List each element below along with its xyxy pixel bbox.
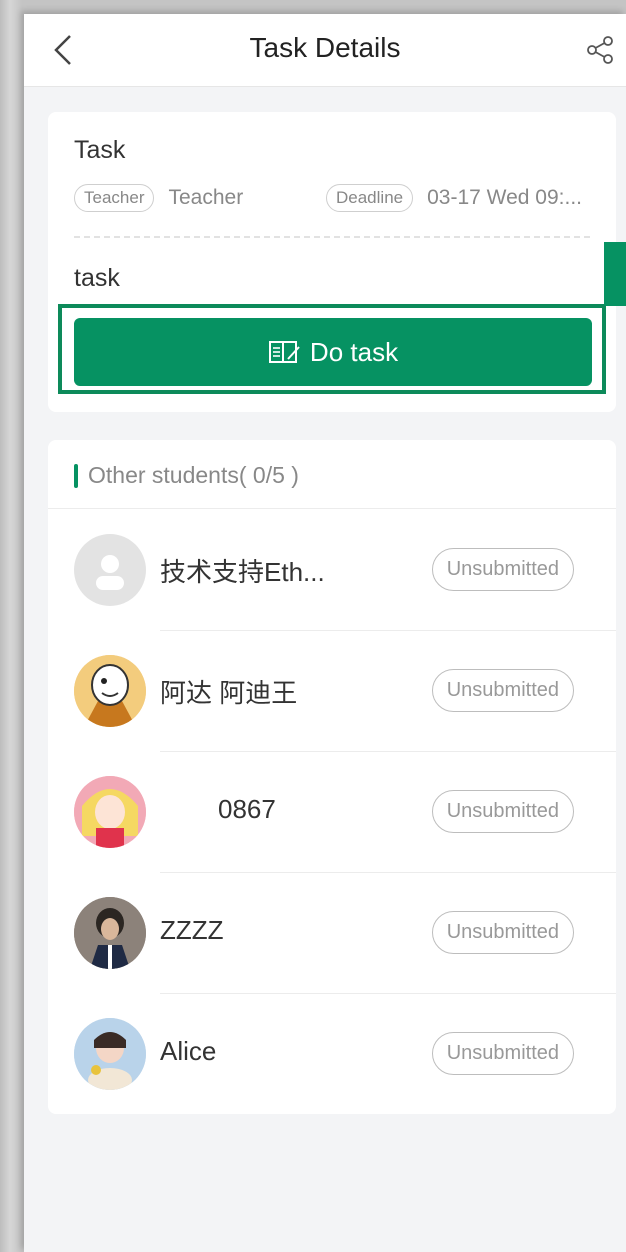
book-edit-icon [268, 341, 300, 363]
side-tab [604, 242, 626, 306]
do-task-button[interactable]: Do task [74, 318, 592, 386]
task-description: task [74, 264, 120, 292]
deadline-meta: Deadline 03-17 Wed 09:... [326, 184, 582, 212]
students-card: Other students( 0/5 ) 技术支持Eth... Unsubmi… [48, 440, 616, 1114]
teacher-tag: Teacher [74, 184, 155, 212]
student-row[interactable]: 阿达 阿迪王 Unsubmitted [48, 631, 616, 752]
student-name: ZZZZ [160, 915, 224, 945]
teacher-meta: Teacher Teacher [74, 184, 243, 212]
task-card: Task Teacher Teacher Deadline 03-17 Wed … [48, 112, 616, 412]
student-row[interactable]: Alice Unsubmitted [48, 994, 616, 1115]
student-name: 阿达 阿迪王 [160, 678, 298, 708]
status-badge: Unsubmitted [431, 911, 574, 954]
share-icon [587, 36, 613, 64]
teacher-name: Teacher [168, 186, 244, 209]
page-title: Task Details [249, 32, 401, 63]
app-screen: Task Details Task Teacher Teacher Deadli… [24, 14, 626, 1252]
students-header: Other students( 0/5 ) [74, 462, 299, 489]
photo-avatar [74, 1018, 146, 1090]
cartoon-avatar [74, 655, 146, 727]
default-avatar-icon [74, 534, 146, 606]
status-badge: Unsubmitted [431, 1032, 574, 1075]
deadline-value: 03-17 Wed 09:... [427, 186, 582, 209]
top-bar: Task Details [24, 14, 626, 87]
student-name: Alice [160, 1036, 217, 1066]
task-title: Task [74, 136, 126, 164]
status-badge: Unsubmitted [431, 669, 574, 712]
students-title: Other students( 0/5 ) [88, 462, 299, 488]
do-task-label: Do task [309, 336, 399, 367]
deadline-tag: Deadline [326, 184, 414, 212]
student-name: 0867 [218, 794, 276, 824]
status-badge: Unsubmitted [431, 548, 574, 591]
dashed-divider [74, 236, 590, 238]
anime-avatar [74, 776, 146, 848]
student-row[interactable]: ZZZZ Unsubmitted [48, 873, 616, 994]
header-divider [48, 508, 616, 509]
character-avatar [74, 897, 146, 969]
status-badge: Unsubmitted [431, 790, 574, 833]
student-name: 技术支持Eth... [160, 557, 325, 587]
accent-bar [74, 463, 78, 488]
share-button[interactable] [584, 34, 616, 66]
student-row[interactable]: 0867 Unsubmitted [48, 752, 616, 873]
student-row[interactable]: 技术支持Eth... Unsubmitted [48, 510, 616, 631]
